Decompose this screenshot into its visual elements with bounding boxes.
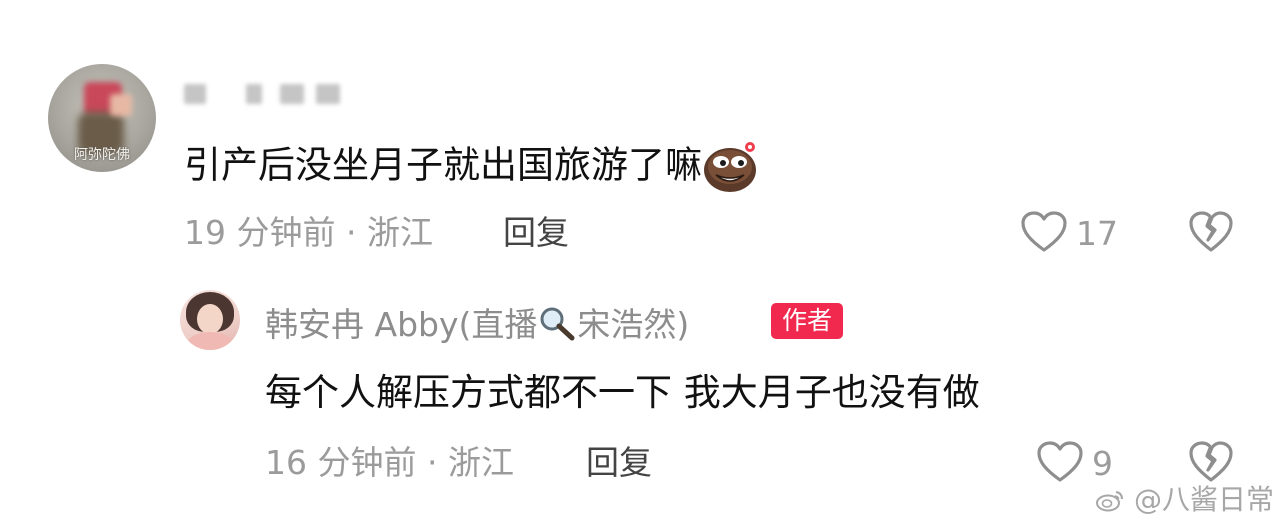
weibo-watermark: @八酱日常 — [1095, 486, 1274, 514]
author-name-line[interactable]: 韩安冉 Abby(直播 宋浩然) — [265, 305, 689, 341]
author-avatar[interactable] — [180, 290, 240, 350]
comment-time: 19 分钟前 — [184, 213, 336, 252]
comment-body: 引产后没坐月子就出国旅游了嘛 — [184, 140, 760, 194]
comment-meta: 19 分钟前 · 浙江 — [184, 216, 433, 249]
reply-button[interactable]: 回复 — [503, 216, 569, 249]
magnifier-icon — [540, 307, 575, 341]
meta-separator: · — [345, 213, 357, 252]
commenter-avatar[interactable]: 阿弥陀佛 — [48, 64, 156, 172]
reply-location: 浙江 — [447, 443, 514, 482]
comment-text: 引产后没坐月子就出国旅游了嘛 — [184, 143, 702, 187]
heart-icon[interactable] — [1036, 440, 1084, 484]
author-badge: 作者 — [771, 303, 844, 339]
reply-button[interactable]: 回复 — [586, 446, 652, 479]
blurred-username[interactable] — [184, 82, 374, 106]
comment-location: 浙江 — [366, 213, 433, 252]
dislike-broken-heart-icon[interactable] — [1188, 210, 1234, 254]
like-count: 17 — [1076, 214, 1118, 253]
meta-separator: · — [426, 443, 438, 482]
author-name: 韩安冉 Abby(直播 — [265, 305, 538, 344]
weibo-logo-icon — [1095, 488, 1125, 512]
sly-face-emoji-icon — [704, 142, 756, 192]
author-name-suffix: 宋浩然) — [577, 305, 690, 344]
watermark-text: @八酱日常 — [1133, 483, 1274, 516]
heart-icon[interactable] — [1020, 210, 1068, 254]
reply-text: 每个人解压方式都不一下 我大月子也没有做 — [265, 371, 980, 414]
reply-meta: 16 分钟前 · 浙江 — [265, 446, 514, 479]
reply-time: 16 分钟前 — [265, 443, 417, 482]
like-count: 9 — [1092, 444, 1113, 483]
avatar-caption: 阿弥陀佛 — [74, 147, 130, 163]
dislike-broken-heart-icon[interactable] — [1188, 440, 1234, 484]
